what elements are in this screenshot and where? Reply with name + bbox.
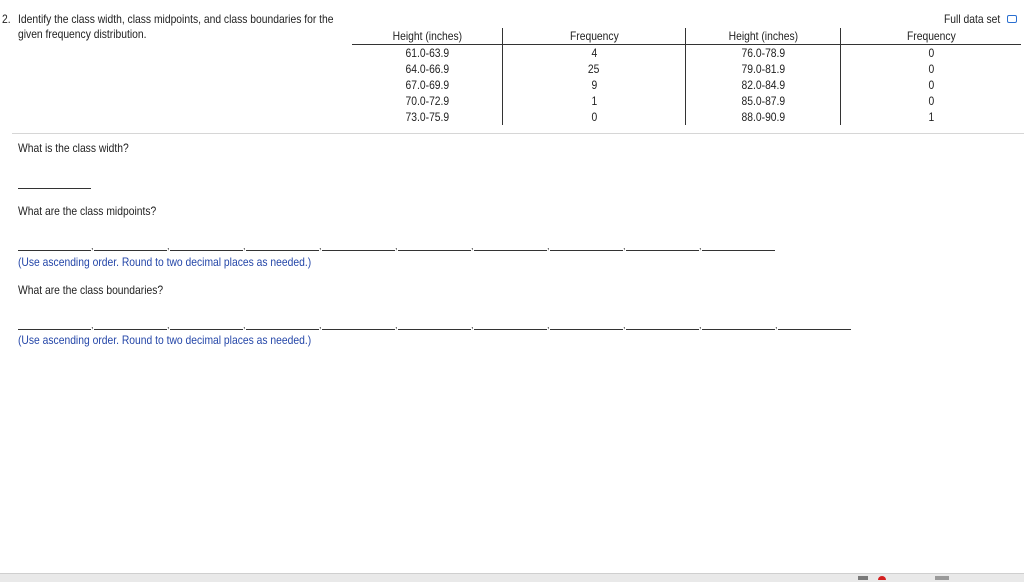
column-header: Height (inches) [352,28,503,45]
table-cell: 85.0-87.9 [685,93,841,109]
data-set-icon[interactable] [1007,15,1018,23]
table-cell: 0 [928,62,934,76]
boundary-answer-field[interactable] [474,329,547,330]
question-number: 2. [2,12,11,26]
boundary-answer-field[interactable] [94,329,167,330]
boundary-answer-field[interactable] [550,329,623,330]
column-header: Frequency [502,28,686,45]
table-cell: 1 [928,110,934,124]
full-data-set-link[interactable]: Full data set [944,12,1018,26]
midpoint-answer-field[interactable] [626,250,699,251]
boundary-answer-field[interactable] [702,329,775,330]
table-row: 64.0-66.9 25 79.0-81.9 0 [352,61,1021,77]
table-cell: 73.0-75.9 [352,109,503,125]
midpoint-answer-field[interactable] [702,250,775,251]
boundary-answer-field[interactable] [18,329,91,330]
midpoint-answer-field[interactable] [398,250,471,251]
table-cell: 0 [502,109,686,125]
boundary-answer-field[interactable] [626,329,699,330]
table-cell: 88.0-90.9 [685,109,841,125]
table-cell: 0 [928,94,934,108]
table-cell: 82.0-84.9 [685,77,841,93]
class-boundaries-question: What are the class boundaries? [18,283,164,297]
table-cell: 9 [502,77,686,93]
table-row: 70.0-72.9 1 85.0-87.9 0 [352,93,1021,109]
prompt-line-2: given frequency distribution. [18,27,147,41]
table-cell: 25 [502,61,686,77]
table-cell: 76.0-78.9 [685,44,841,61]
table-cell: 67.0-69.9 [352,77,503,93]
table-cell: 64.0-66.9 [352,61,503,77]
midpoint-answer-field[interactable] [474,250,547,251]
boundaries-hint: (Use ascending order. Round to two decim… [18,333,312,347]
table-row: 61.0-63.9 4 76.0-78.9 0 [352,44,1021,61]
record-icon [878,576,886,580]
boundary-answer-field[interactable] [398,329,471,330]
section-divider [12,133,1024,134]
question-prompt: Identify the class width, class midpoint… [18,12,348,42]
midpoint-answer-field[interactable] [170,250,243,251]
class-width-answer-field[interactable] [18,188,91,189]
prompt-line-1: Identify the class width, class midpoint… [18,12,334,26]
midpoint-answer-field[interactable] [550,250,623,251]
table-header-row: Height (inches) Frequency Height (inches… [352,28,1021,45]
boundary-answer-field[interactable] [778,329,851,330]
midpoint-answer-field[interactable] [94,250,167,251]
column-header: Height (inches) [685,28,841,45]
frequency-table: Height (inches) Frequency Height (inches… [352,28,1021,125]
table-row: 67.0-69.9 9 82.0-84.9 0 [352,77,1021,93]
midpoint-answer-field[interactable] [246,250,319,251]
boundary-answer-field[interactable] [246,329,319,330]
table-cell: 4 [502,44,686,61]
table-cell: 1 [502,93,686,109]
midpoints-hint: (Use ascending order. Round to two decim… [18,255,312,269]
table-cell: 61.0-63.9 [352,44,503,61]
table-cell: 0 [928,46,934,60]
midpoint-answer-field[interactable] [322,250,395,251]
class-width-question: What is the class width? [18,141,129,155]
status-icon [858,576,868,580]
table-cell: 70.0-72.9 [352,93,503,109]
boundary-answer-field[interactable] [322,329,395,330]
boundary-answer-field[interactable] [170,329,243,330]
midpoint-answer-field[interactable] [18,250,91,251]
window-icon [935,576,949,580]
column-header: Frequency [840,28,1021,45]
table-cell: 0 [928,78,934,92]
table-cell: 79.0-81.9 [685,61,841,77]
table-row: 73.0-75.9 0 88.0-90.9 1 [352,109,1021,125]
class-midpoints-question: What are the class midpoints? [18,204,157,218]
